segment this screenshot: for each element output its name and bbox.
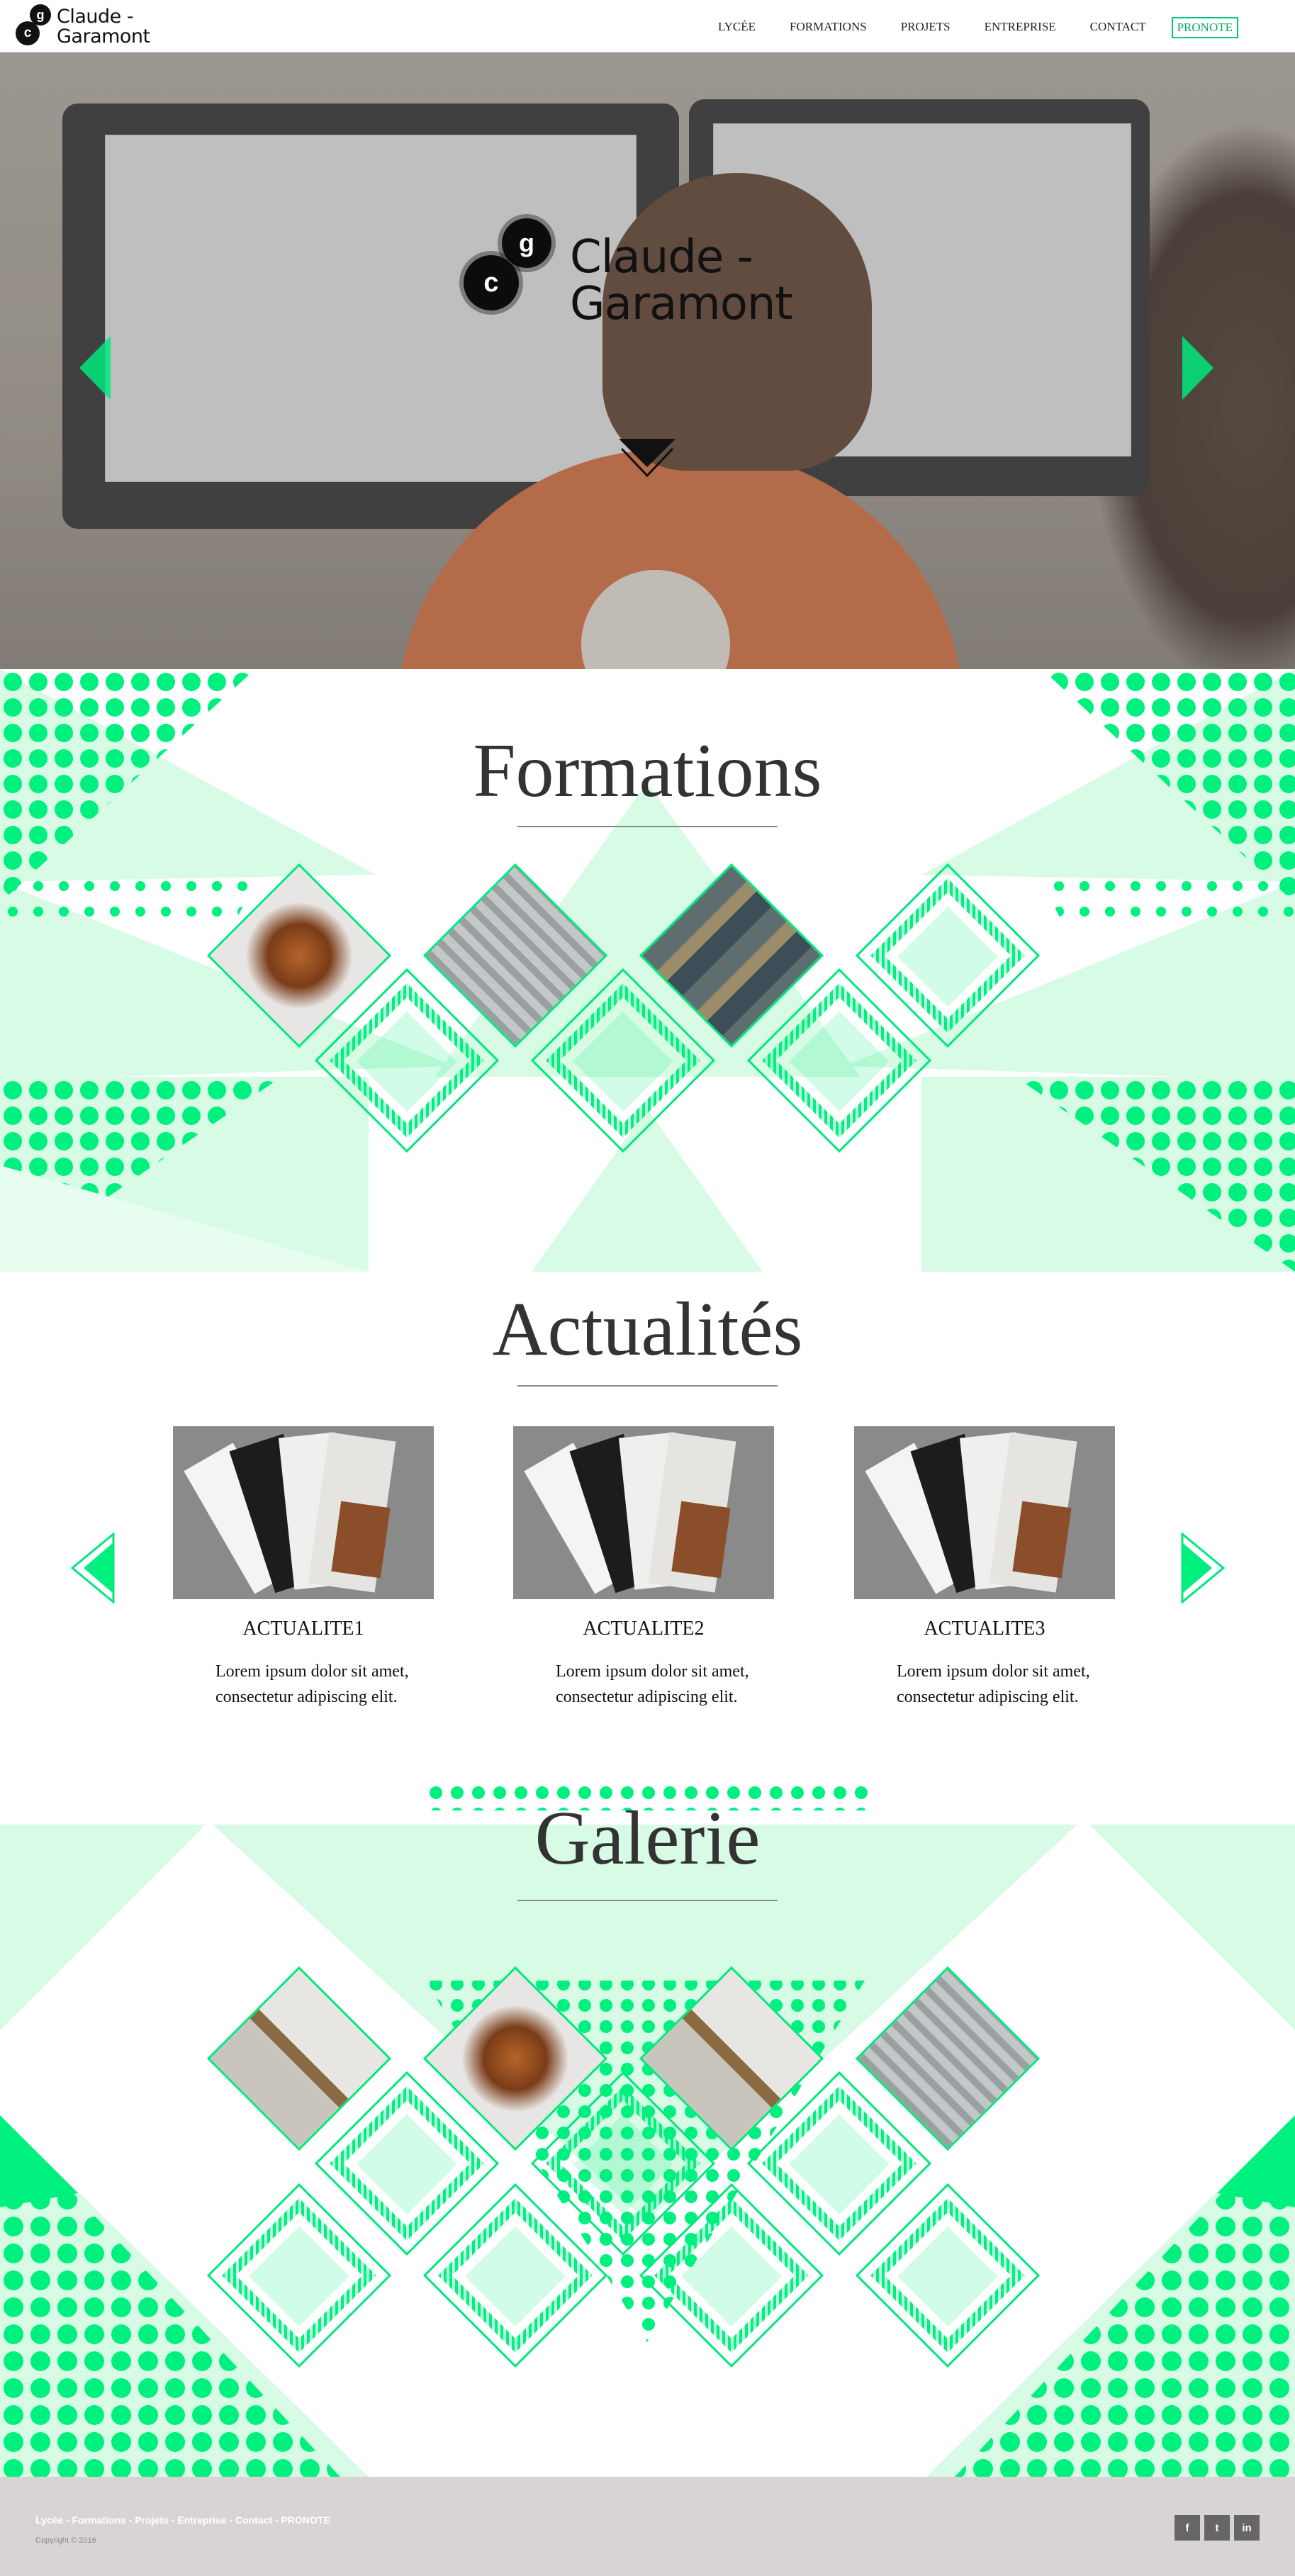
arrow-right-icon — [1182, 336, 1213, 400]
actualites-title: Actualités — [492, 1287, 803, 1372]
twitter-icon: t — [1215, 2521, 1219, 2534]
formations-section: Formations — [0, 669, 1295, 1272]
logo-line-2: Garamont — [57, 26, 150, 47]
linkedin-button[interactable]: in — [1234, 2515, 1260, 2541]
news-prev-button[interactable] — [68, 1531, 118, 1605]
top-navbar: g c Claude - Garamont LYCÉE FORMATIONS P… — [0, 0, 1295, 52]
nav-item-contact[interactable]: CONTACT — [1073, 17, 1163, 38]
news-card-1[interactable]: ACTUALITE1 Lorem ipsum dolor sit amet, c… — [173, 1426, 434, 1710]
footer-link-lycee[interactable]: Lycée — [35, 2514, 63, 2526]
news-title-1: ACTUALITE1 — [242, 1618, 364, 1640]
nav-item-lycee[interactable]: LYCÉE — [701, 17, 773, 38]
hero-logo-g-badge: g — [502, 218, 551, 268]
galerie-title: Galerie — [534, 1796, 761, 1881]
nav-pronote-button[interactable]: PRONOTE — [1171, 17, 1238, 38]
footer-link-projets[interactable]: Projets — [135, 2514, 168, 2526]
hero-next-button[interactable] — [1182, 336, 1213, 400]
nav-menu: LYCÉE FORMATIONS PROJETS ENTREPRISE CONT… — [701, 17, 1238, 38]
nav-item-projets[interactable]: PROJETS — [884, 17, 968, 38]
news-card-3[interactable]: ACTUALITE3 Lorem ipsum dolor sit amet, c… — [854, 1426, 1115, 1710]
news-next-button[interactable] — [1178, 1531, 1228, 1605]
news-text-3: Lorem ipsum dolor sit amet, consectetur … — [897, 1662, 1090, 1706]
actualites-divider — [517, 1385, 778, 1387]
news-image-2 — [513, 1426, 774, 1599]
nav-item-formations[interactable]: FORMATIONS — [773, 17, 884, 38]
site-footer: Lycée - Formations - Projets - Entrepris… — [0, 2477, 1295, 2576]
hero-logo: g c Claude - Garamont — [454, 210, 851, 337]
arrow-right-icon — [1181, 1531, 1226, 1605]
arrow-left-icon — [70, 1531, 115, 1605]
actualites-section: Actualités ACTUALITE1 Lorem ipsum dolor … — [0, 1272, 1295, 1782]
hero-prev-button[interactable] — [79, 336, 111, 400]
facebook-button[interactable]: f — [1175, 2515, 1200, 2541]
linkedin-icon: in — [1242, 2521, 1252, 2534]
logo-wordmark: Claude - Garamont — [57, 7, 150, 47]
scroll-down-button[interactable] — [619, 439, 675, 478]
hero-logo-wordmark: Claude - Garamont — [570, 231, 792, 330]
news-text-2: Lorem ipsum dolor sit amet, consectetur … — [556, 1662, 749, 1706]
footer-link-entreprise[interactable]: Entreprise — [177, 2514, 226, 2526]
nav-item-entreprise[interactable]: ENTREPRISE — [968, 17, 1073, 38]
footer-link-formations[interactable]: Formations — [72, 2514, 126, 2526]
news-title-2: ACTUALITE2 — [583, 1618, 705, 1640]
chevron-down-icon — [619, 439, 675, 478]
facebook-icon: f — [1185, 2521, 1189, 2534]
news-text-1: Lorem ipsum dolor sit amet, consectetur … — [215, 1662, 409, 1706]
footer-link-pronote[interactable]: PRONOTE — [281, 2514, 330, 2526]
hero-banner: g c Claude - Garamont — [0, 52, 1295, 669]
formations-divider — [517, 826, 778, 827]
news-card-2[interactable]: ACTUALITE2 Lorem ipsum dolor sit amet, c… — [513, 1426, 774, 1710]
news-image-1 — [173, 1426, 434, 1599]
news-title-3: ACTUALITE3 — [924, 1618, 1045, 1640]
footer-links: Lycée - Formations - Projets - Entrepris… — [35, 2514, 330, 2526]
twitter-button[interactable]: t — [1204, 2515, 1230, 2541]
galerie-divider — [517, 1900, 778, 1901]
hero-logo-c-badge: c — [464, 255, 519, 310]
arrow-left-icon — [79, 336, 111, 400]
news-image-3 — [854, 1426, 1115, 1599]
footer-link-contact[interactable]: Contact — [235, 2514, 272, 2526]
logo-line-1: Claude - — [57, 6, 134, 28]
formations-title: Formations — [473, 729, 822, 813]
site-logo[interactable]: g c Claude - Garamont — [14, 4, 170, 50]
logo-c-badge: c — [16, 21, 40, 45]
footer-copyright: Copyright © 2016 — [35, 2536, 96, 2545]
galerie-section: Galerie — [0, 1782, 1295, 2477]
